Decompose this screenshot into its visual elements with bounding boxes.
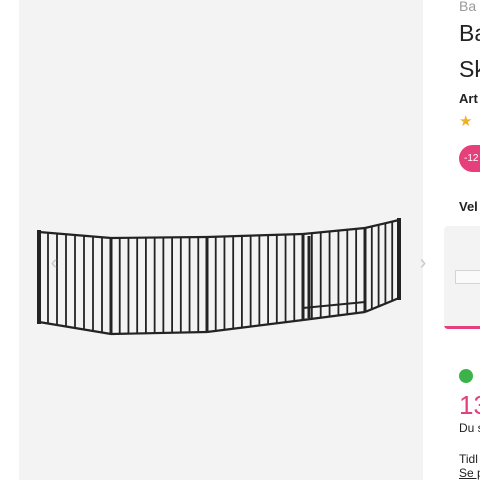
in-stock-dot-icon: [459, 369, 473, 383]
product-image: [37, 218, 401, 336]
savings-text: Du s: [459, 421, 480, 435]
chevron-left-icon[interactable]: ‹: [47, 252, 61, 274]
variant-label: Vel: [459, 199, 478, 214]
variant-thumbnail: [455, 270, 480, 284]
star-icon[interactable]: ★: [459, 112, 472, 130]
product-brand-link[interactable]: Ba: [459, 0, 476, 14]
discount-badge: -12: [459, 145, 480, 172]
variant-selected-indicator: [444, 326, 480, 329]
product-image-gallery[interactable]: ‹ ›: [19, 0, 426, 480]
product-title-line-1: Ba: [459, 20, 480, 46]
product-title-line-2: Sk: [459, 56, 480, 82]
article-number: Art: [459, 91, 478, 106]
earlier-price-text: Tidl: [459, 452, 478, 466]
variant-option-selected[interactable]: [444, 226, 480, 329]
chevron-right-icon[interactable]: ›: [416, 252, 430, 274]
price-history-link[interactable]: Se p: [459, 466, 480, 480]
product-price: 13: [459, 390, 480, 420]
